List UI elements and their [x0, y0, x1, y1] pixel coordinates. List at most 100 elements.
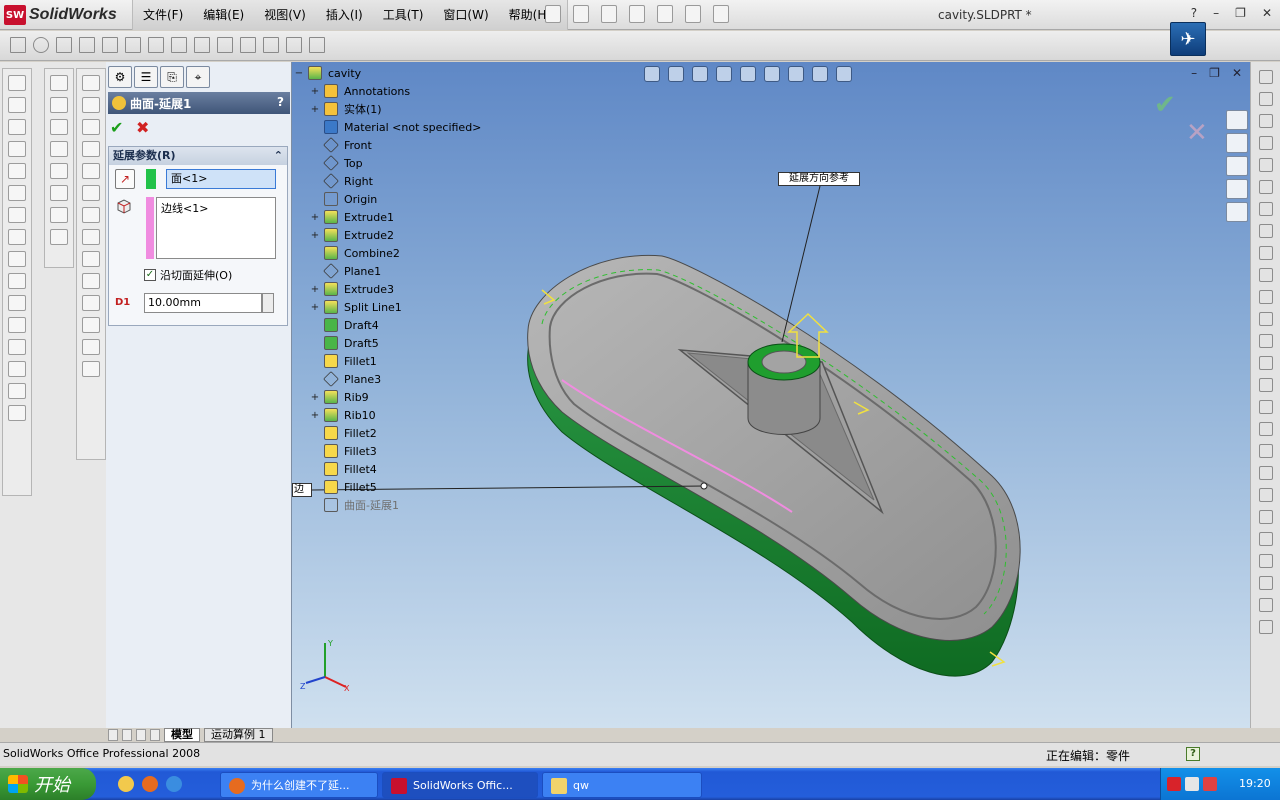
- volume-icon[interactable]: [1185, 777, 1199, 791]
- tree-item[interactable]: Fillet3: [310, 442, 377, 460]
- split-entities-icon[interactable]: [1258, 466, 1273, 480]
- faces-selection-box[interactable]: 面<1>: [166, 169, 276, 189]
- circle-icon[interactable]: [33, 37, 49, 53]
- knit-surface-icon[interactable]: [50, 207, 68, 223]
- line-tool-icon[interactable]: [1258, 114, 1273, 128]
- confirmation-corner-cancel-icon[interactable]: ✕: [1186, 118, 1208, 148]
- fillet-sketch-icon[interactable]: [194, 37, 210, 53]
- menu-edit[interactable]: 编辑(E): [193, 0, 254, 30]
- pm-help-button[interactable]: ?: [277, 95, 284, 109]
- design-library-tab-icon[interactable]: [1226, 133, 1248, 153]
- radiate-surface-icon[interactable]: [50, 185, 68, 201]
- solidworks-resources-icon[interactable]: ✈: [1170, 22, 1206, 56]
- section-view-icon[interactable]: [716, 66, 732, 82]
- extend-entities-icon[interactable]: [1258, 444, 1273, 458]
- help-button[interactable]: ?: [1191, 6, 1197, 20]
- model-view[interactable]: [292, 62, 1250, 728]
- pm-cancel-button[interactable]: ✖: [136, 118, 149, 137]
- tree-item[interactable]: + Annotations: [310, 82, 410, 100]
- rib-icon[interactable]: [8, 251, 26, 267]
- reverse-direction-icon[interactable]: ↗: [115, 169, 135, 189]
- taskbar-folder-window[interactable]: qw: [542, 772, 702, 798]
- ellipse-icon[interactable]: [1258, 246, 1273, 260]
- dimension-icon[interactable]: [263, 37, 279, 53]
- tree-item[interactable]: Draft5: [310, 334, 379, 352]
- sketch-fillet-icon[interactable]: [1258, 334, 1273, 348]
- distance-input[interactable]: 10.00mm: [144, 293, 262, 313]
- line-icon[interactable]: [56, 37, 72, 53]
- tree-item[interactable]: Draft4: [310, 316, 379, 334]
- view-orientation-icon[interactable]: [740, 66, 756, 82]
- mirror-icon[interactable]: [171, 37, 187, 53]
- expand-toggle-icon[interactable]: +: [310, 392, 320, 403]
- apply-scene-icon[interactable]: [836, 66, 852, 82]
- extrude-icon[interactable]: [8, 75, 26, 91]
- point-tool-icon[interactable]: [1258, 268, 1273, 282]
- start-button[interactable]: 开始: [0, 768, 96, 800]
- tooling-split-icon[interactable]: [82, 141, 100, 157]
- minimize-button[interactable]: –: [1213, 6, 1219, 20]
- parting-surface-icon[interactable]: [82, 119, 100, 135]
- ref-geometry-icon[interactable]: [8, 339, 26, 355]
- sketch-chamfer-icon[interactable]: [1258, 356, 1273, 370]
- surface-trim-icon[interactable]: [82, 361, 100, 377]
- close-button[interactable]: ✕: [1262, 6, 1272, 20]
- previous-view-icon[interactable]: [692, 66, 708, 82]
- hole-icon[interactable]: [8, 273, 26, 289]
- edge-callout[interactable]: 边: [292, 483, 312, 497]
- hide-show-items-icon[interactable]: [788, 66, 804, 82]
- add-relation-icon[interactable]: [1258, 620, 1273, 634]
- draft-icon[interactable]: [8, 229, 26, 245]
- angle-icon[interactable]: [309, 37, 325, 53]
- tree-item[interactable]: Plane3: [310, 370, 381, 388]
- feature-manager-tab[interactable]: ⚙: [108, 66, 132, 88]
- app-brand[interactable]: SW SolidWorks: [4, 4, 117, 26]
- view-palette-tab-icon[interactable]: [1226, 179, 1248, 199]
- graphics-area[interactable]: − cavity + Annotations + 实体(1) Material <not…: [292, 62, 1250, 728]
- distance-spinner[interactable]: [262, 293, 274, 313]
- draft-analysis-icon[interactable]: [82, 185, 100, 201]
- surface-revolve-icon[interactable]: [50, 97, 68, 113]
- chamfer-icon[interactable]: [8, 185, 26, 201]
- fillet-icon[interactable]: [8, 163, 26, 179]
- viewport-minimize-button[interactable]: –: [1191, 66, 1197, 80]
- dimxpert-tab[interactable]: ⌖: [186, 66, 210, 88]
- rotate-entities-icon[interactable]: [1258, 576, 1273, 590]
- tree-item[interactable]: + Extrude3: [310, 280, 394, 298]
- expand-toggle-icon[interactable]: +: [310, 230, 320, 241]
- tab-motion-study[interactable]: 运动算例 1: [204, 728, 273, 742]
- tree-item[interactable]: + Extrude1: [310, 208, 394, 226]
- expand-toggle-icon[interactable]: +: [310, 212, 320, 223]
- convert-entities-icon[interactable]: [1258, 400, 1273, 414]
- text-tool-icon[interactable]: [1258, 312, 1273, 326]
- confirmation-corner-ok-icon[interactable]: ✔: [1154, 90, 1176, 120]
- group-title[interactable]: 延展参数(R) ⌃: [109, 147, 287, 165]
- tree-item[interactable]: + Split Line1: [310, 298, 402, 316]
- menu-window[interactable]: 窗口(W): [433, 0, 498, 30]
- curves-icon[interactable]: [8, 361, 26, 377]
- scale-entities-icon[interactable]: [1258, 598, 1273, 612]
- offset-icon[interactable]: [148, 37, 164, 53]
- rectangle-icon[interactable]: [1258, 136, 1273, 150]
- viewport-restore-button[interactable]: ❐: [1209, 66, 1220, 80]
- sweep-icon[interactable]: [8, 119, 26, 135]
- undo-icon[interactable]: [657, 5, 673, 23]
- menu-file[interactable]: 文件(F): [133, 0, 193, 30]
- tree-item[interactable]: 曲面-延展1: [310, 496, 399, 514]
- undercut-icon[interactable]: [82, 207, 100, 223]
- qq-icon[interactable]: [118, 776, 134, 792]
- shell-icon[interactable]: [8, 207, 26, 223]
- surface-sweep-icon[interactable]: [50, 119, 68, 135]
- tree-item[interactable]: Right: [310, 172, 373, 190]
- trim-entities-icon[interactable]: [1258, 422, 1273, 436]
- menu-view[interactable]: 视图(V): [254, 0, 316, 30]
- tab-model[interactable]: 模型: [164, 728, 200, 742]
- circular-pattern-icon[interactable]: [1258, 532, 1273, 546]
- display-style-icon[interactable]: [764, 66, 780, 82]
- instant3d-icon[interactable]: [8, 383, 26, 399]
- firefox-icon[interactable]: [142, 776, 158, 792]
- extend-icon[interactable]: [125, 37, 141, 53]
- tree-item[interactable]: + 实体(1): [310, 100, 382, 118]
- grid-icon[interactable]: [286, 37, 302, 53]
- surface-extrude-icon[interactable]: [50, 75, 68, 91]
